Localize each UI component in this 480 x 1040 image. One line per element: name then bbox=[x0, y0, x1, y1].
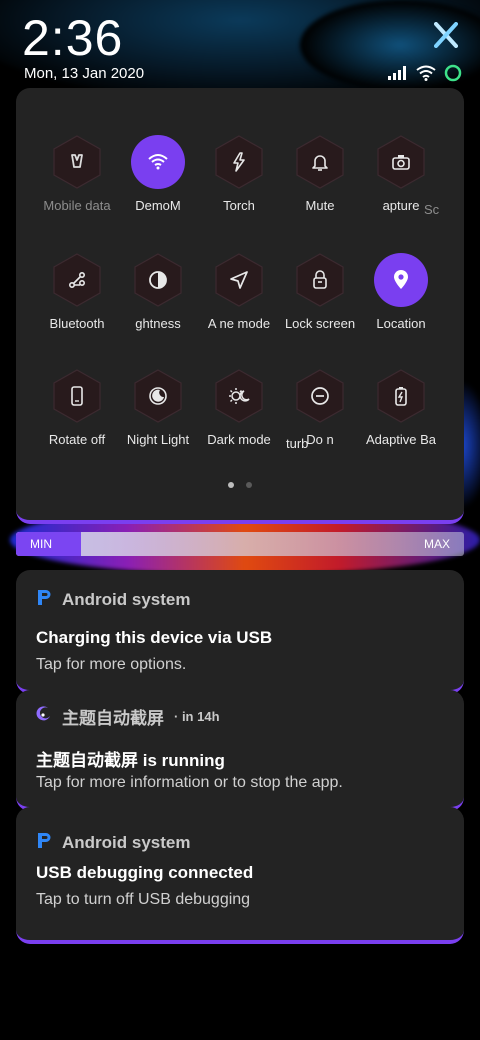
signal-icon bbox=[388, 66, 408, 85]
bell-icon bbox=[292, 134, 348, 190]
screenshot-app-icon bbox=[36, 706, 52, 727]
notification-app-name: Android system bbox=[62, 832, 191, 852]
quick-settings-panel: Mobile data DemoM Torch Mute apture Bluetooth… bbox=[16, 88, 464, 524]
date: Mon, 13 Jan 2020 bbox=[24, 65, 145, 82]
notification-time: · in 14h bbox=[174, 709, 220, 724]
tile-label: Adaptive Ba bbox=[365, 432, 437, 447]
brightness-icon bbox=[130, 252, 186, 308]
torch-icon bbox=[211, 134, 267, 190]
brightness-slider[interactable]: MIN MAX bbox=[16, 532, 464, 556]
notification-app-name: 主题自动截屏 bbox=[62, 709, 164, 728]
tile-dark-mode[interactable]: Dark mode bbox=[194, 368, 284, 447]
night-light-icon bbox=[130, 368, 186, 424]
camera-icon bbox=[373, 134, 429, 190]
wifi-icon bbox=[130, 134, 186, 190]
tile-battery[interactable]: Adaptive Ba bbox=[356, 368, 446, 447]
tile-bluetooth[interactable]: Bluetooth bbox=[32, 252, 122, 331]
tile-label: Location bbox=[376, 316, 426, 331]
tile-label: Night Light bbox=[126, 432, 190, 447]
android-system-icon bbox=[36, 588, 52, 611]
quick-settings-grid: Mobile data DemoM Torch Mute apture Bluetooth… bbox=[16, 88, 464, 520]
tile-label: ghtness bbox=[135, 316, 181, 331]
overflow-label-screenshot: Sc bbox=[424, 202, 440, 217]
notification-title: 主题自动截屏 is running bbox=[36, 751, 225, 770]
notification-text: Tap for more information or to stop the … bbox=[36, 774, 343, 791]
lock-screen-icon bbox=[292, 252, 348, 308]
notification-screenshot-app[interactable]: 主题自动截屏 · in 14h 主题自动截屏 is running Tap fo… bbox=[16, 690, 464, 811]
brightness-min-label: MIN bbox=[30, 537, 52, 551]
android-system-icon bbox=[36, 831, 52, 854]
wifi-status-icon bbox=[416, 65, 436, 86]
page-dot-2[interactable] bbox=[246, 482, 252, 488]
status-icons bbox=[388, 64, 462, 87]
clock: 2:36 bbox=[22, 10, 124, 66]
tile-rotate[interactable]: Rotate off bbox=[32, 368, 122, 447]
notification-charging[interactable]: Android system Charging this device via … bbox=[16, 570, 464, 694]
tile-label: Rotate off bbox=[48, 432, 106, 447]
tile-location[interactable]: Location bbox=[356, 252, 446, 331]
airplane-icon bbox=[211, 252, 267, 308]
notification-text: Tap for more options. bbox=[36, 656, 187, 673]
battery-icon bbox=[373, 368, 429, 424]
tile-airplane[interactable]: A ne mode bbox=[194, 252, 284, 331]
tile-label: DemoM bbox=[135, 198, 181, 213]
page-dot-1[interactable] bbox=[228, 482, 234, 488]
tile-bell[interactable]: Mute bbox=[275, 134, 365, 213]
notification-app-name: Android system bbox=[62, 589, 191, 609]
tile-label: Lock screen bbox=[284, 316, 356, 331]
battery-ring-icon bbox=[444, 64, 462, 87]
bluetooth-icon bbox=[49, 252, 105, 308]
notification-usb-debugging[interactable]: Android system USB debugging connected T… bbox=[16, 807, 464, 944]
page-indicator bbox=[16, 482, 464, 488]
brightness-max-label: MAX bbox=[423, 537, 450, 551]
tile-label: A ne mode bbox=[207, 316, 271, 331]
tile-mobile-data[interactable]: Mobile data bbox=[32, 134, 122, 213]
edit-icon[interactable] bbox=[434, 22, 458, 53]
tile-brightness[interactable]: ghtness bbox=[113, 252, 203, 331]
tile-wifi[interactable]: DemoM bbox=[113, 134, 203, 213]
tile-label: Dark mode bbox=[207, 432, 271, 447]
rotate-icon bbox=[49, 368, 105, 424]
tile-label: Mute bbox=[305, 198, 335, 213]
tile-label: Mobile data bbox=[43, 198, 111, 213]
dark-mode-icon bbox=[211, 368, 267, 424]
tile-torch[interactable]: Torch bbox=[194, 134, 284, 213]
tile-lock-screen[interactable]: Lock screen bbox=[275, 252, 365, 331]
notification-title: Charging this device via USB bbox=[36, 628, 273, 647]
mobile-data-icon bbox=[49, 134, 105, 190]
do-not-disturb-icon bbox=[292, 368, 348, 424]
tile-night-light[interactable]: Night Light bbox=[113, 368, 203, 447]
notification-title: USB debugging connected bbox=[36, 863, 254, 882]
notification-text: Tap to turn off USB debugging bbox=[36, 891, 251, 908]
overflow-label-disturb: turb bbox=[286, 436, 309, 451]
location-icon bbox=[373, 252, 429, 308]
tile-label: Torch bbox=[223, 198, 255, 213]
tile-label: Bluetooth bbox=[49, 316, 105, 331]
